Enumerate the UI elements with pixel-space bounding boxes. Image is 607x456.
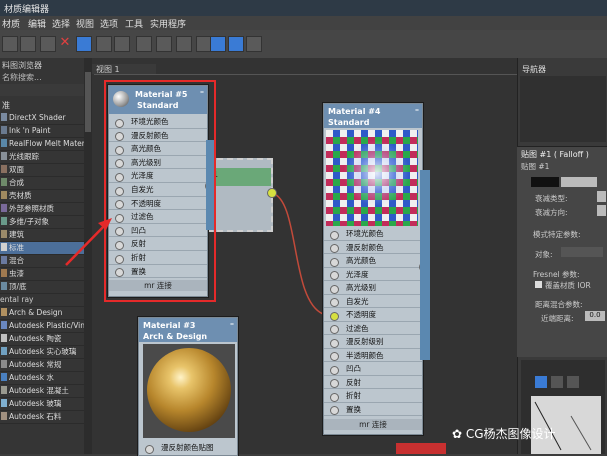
material4-preview-checker [326, 130, 418, 226]
near-distance-input[interactable]: 0.0 [585, 311, 605, 321]
node4-slot-row[interactable]: 高光级别 [324, 282, 422, 295]
fresnel-label: Fresnel 参数: [533, 270, 580, 279]
material3-node[interactable]: Material #3 Arch & Design – 漫反射颜色贴图 [138, 317, 238, 456]
slot-port[interactable] [330, 392, 339, 402]
map-subtitle: 贴图 #1 [521, 162, 550, 171]
material4-title: Material #4 [328, 107, 381, 116]
ior-override-checkbox[interactable] [535, 281, 542, 288]
map-title: 贴图 #1 ( Falloff ) [521, 150, 589, 159]
material-node-partial[interactable] [396, 443, 446, 454]
watermark: ✿ CG杨杰图像设计 [452, 425, 556, 442]
slot-label: 光泽度 [346, 269, 369, 279]
slot-label: 反射 [346, 377, 361, 387]
slot-label: 漫反射级别 [346, 337, 384, 346]
slot-port[interactable] [145, 444, 154, 454]
slot-port[interactable] [330, 379, 339, 388]
node4-slot-row[interactable]: 置换 [324, 404, 422, 416]
slot-port[interactable] [330, 311, 339, 321]
watermark-text: CG杨杰图像设计 [465, 427, 556, 441]
material3-collapse-icon[interactable]: – [230, 319, 234, 328]
slot-label: 过滤色 [346, 323, 369, 333]
navigator-title: 导航器 [522, 65, 546, 74]
slot-port[interactable] [330, 244, 339, 253]
slot-label: 环境光颜色 [346, 229, 384, 238]
material4-footer[interactable]: mr 连接 [324, 419, 422, 430]
node4-slot-row[interactable]: 高光颜色 [324, 255, 422, 268]
material4-side-bar [420, 170, 430, 360]
falloff-direction-select[interactable] [597, 205, 606, 216]
node4-slot-row[interactable]: 不透明度 [324, 309, 422, 322]
slot-port[interactable] [330, 325, 339, 334]
node4-slot-row[interactable]: 半透明颜色 [324, 350, 422, 362]
highlight-arrow [65, 218, 112, 266]
node4-slot-row[interactable]: 光泽度 [324, 269, 422, 281]
material3-title: Material #3 [143, 321, 196, 330]
node4-slot-row[interactable]: 环境光颜色 [324, 228, 422, 241]
material3-header[interactable]: Material #3 Arch & Design – [139, 318, 237, 342]
distance-blend-label: 距离混合参数: [535, 300, 583, 309]
curve-insert-icon[interactable] [567, 376, 579, 388]
curve-scale-icon[interactable] [551, 376, 563, 388]
slot-label: 半透明颜色 [346, 350, 384, 360]
falloff-direction-label: 衰减方向: [535, 208, 568, 217]
slot-label: 高光颜色 [346, 256, 376, 265]
slot-port[interactable] [330, 406, 339, 415]
slot-port[interactable] [330, 338, 339, 348]
slot-port[interactable] [330, 298, 339, 307]
node4-slot-row[interactable]: 过滤色 [324, 323, 422, 335]
slot-label: 折射 [346, 391, 361, 400]
object-label: 对象: [535, 250, 553, 259]
navigator-view[interactable] [520, 76, 606, 142]
slot-port[interactable] [330, 365, 339, 375]
material3-slot-row[interactable]: 漫反射颜色贴图 [139, 442, 237, 454]
slot-port[interactable] [330, 352, 339, 361]
node4-slot-row[interactable]: 漫反射级别 [324, 336, 422, 349]
falloff-type-select[interactable] [597, 191, 606, 202]
material4-subtitle: Standard [328, 118, 370, 127]
slot-label: 不透明度 [346, 310, 376, 319]
curve-move-icon[interactable] [535, 376, 547, 388]
slot-port[interactable] [330, 257, 339, 267]
object-pick-button[interactable] [561, 247, 603, 257]
slot-label: 漫反射颜色贴图 [161, 443, 214, 452]
node4-slot-row[interactable]: 折射 [324, 390, 422, 403]
node4-slot-row[interactable]: 凹凸 [324, 363, 422, 376]
parameter-editor: 贴图 #1 ( Falloff ) 贴图 #1 衰减类型: 衰减方向: 模式特定… [517, 146, 607, 357]
slot-label: 漫反射颜色 [346, 242, 384, 252]
mode-params-label: 模式特定参数: [533, 230, 581, 239]
near-distance-label: 近端距离: [541, 314, 574, 323]
slot-port[interactable] [330, 271, 339, 280]
material4-header[interactable]: Material #4 Standard – [324, 104, 422, 128]
falloff-color-swatch[interactable] [531, 177, 559, 187]
falloff-value-field[interactable] [561, 177, 597, 187]
material3-preview-sphere [147, 348, 231, 432]
node4-slot-row[interactable]: 自发光 [324, 296, 422, 308]
slot-label: 置换 [346, 404, 361, 414]
material3-subtitle: Arch & Design [143, 332, 208, 341]
material3-preview-bg [143, 344, 235, 438]
slot-label: 凹凸 [346, 364, 361, 373]
material4-node[interactable]: Material #4 Standard – 环境光颜色漫反射颜色高光颜色光泽度… [323, 103, 423, 435]
wechat-icon: ✿ [452, 427, 466, 441]
material4-collapse-icon[interactable]: – [415, 105, 419, 114]
slot-port[interactable] [330, 284, 339, 294]
ior-override-label: 覆盖材质 IOR [545, 281, 591, 290]
node4-slot-row[interactable]: 漫反射颜色 [324, 242, 422, 254]
slot-label: 高光级别 [346, 283, 376, 292]
node4-slot-row[interactable]: 反射 [324, 377, 422, 389]
falloff-type-label: 衰减类型: [535, 194, 568, 203]
slot-port[interactable] [330, 230, 339, 240]
slot-label: 自发光 [346, 296, 369, 306]
